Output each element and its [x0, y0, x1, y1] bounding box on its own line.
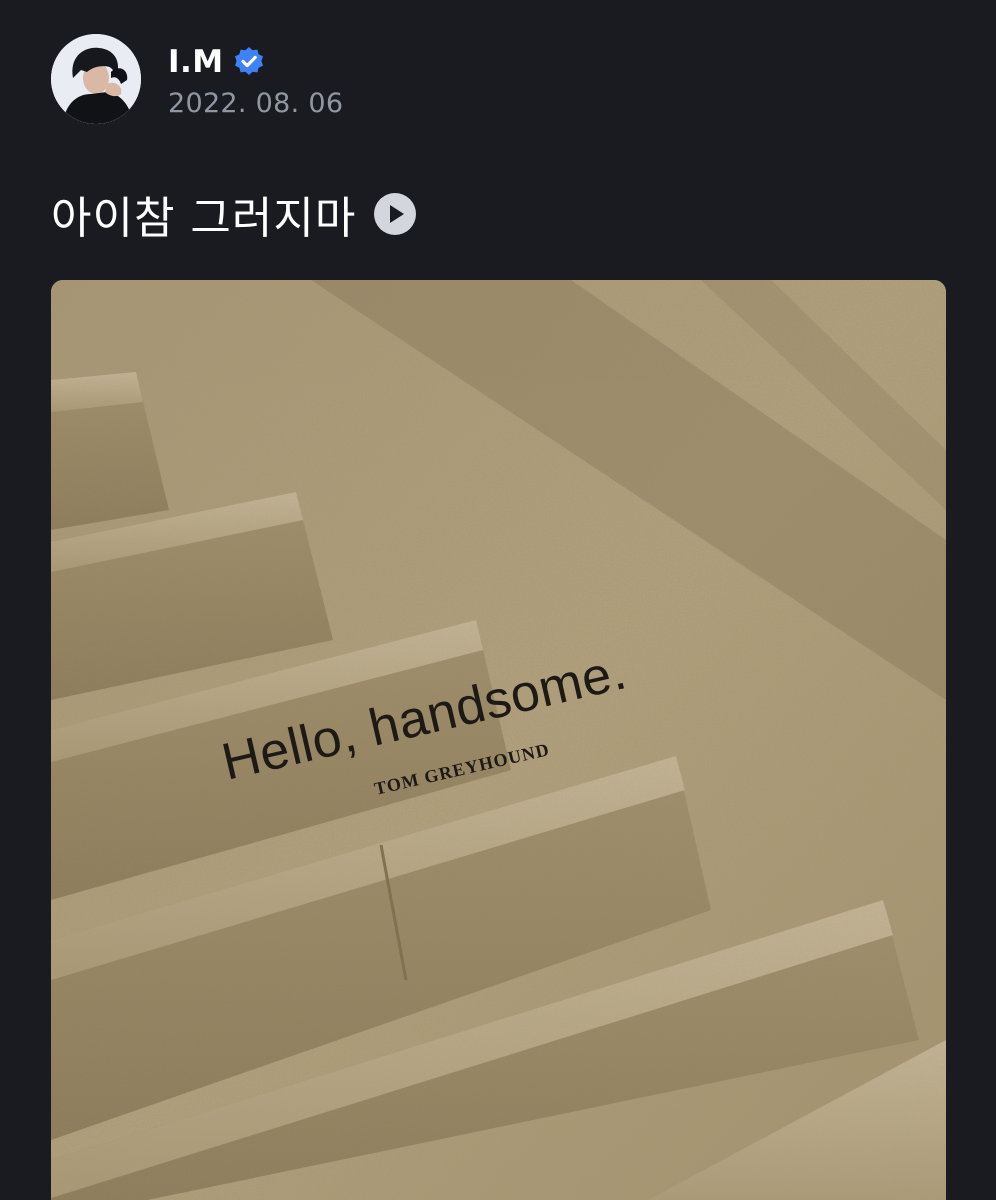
post-photo[interactable]: Hello, handsome. TOM GREYHOUND [51, 280, 946, 1200]
post-date: 2022. 08. 06 [168, 88, 344, 119]
avatar-image [51, 34, 141, 124]
post-caption: 아이참 그러지마 [51, 193, 357, 244]
play-circle-icon[interactable] [372, 191, 418, 237]
caption-row: 아이참 그러지마 [51, 180, 418, 248]
author-name[interactable]: I.M [168, 44, 224, 80]
author-row: I.M [168, 42, 266, 82]
stairs-photo: Hello, handsome. TOM GREYHOUND [51, 280, 946, 1200]
post-card: I.M 2022. 08. 06 아이참 그러지마 Hello, handsom… [0, 0, 996, 1200]
author-avatar[interactable] [51, 34, 141, 124]
verified-badge-icon [232, 45, 266, 79]
